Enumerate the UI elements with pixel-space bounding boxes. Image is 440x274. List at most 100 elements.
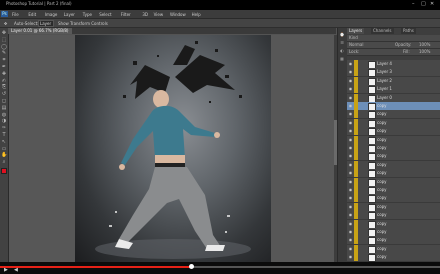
visibility-eye-icon[interactable]: ◉ [348,86,353,92]
visibility-eye-icon[interactable]: ◉ [348,170,353,176]
visibility-eye-icon[interactable]: ◉ [348,246,353,252]
move-tool-icon[interactable]: ✥ [1,31,7,36]
history-icon[interactable]: ⌚ [339,32,345,37]
layer-name: copy [377,128,387,134]
visibility-eye-icon[interactable]: ◉ [348,229,353,235]
lock-label: Lock: [349,49,360,54]
fill-value[interactable]: 100% [419,49,430,55]
adjustments-icon[interactable]: ◐ [339,48,345,53]
layer-row[interactable]: ◉ copy [347,253,440,263]
blend-mode-dropdown[interactable]: Normal [349,42,363,48]
path-select-tool-icon[interactable]: ↖ [1,139,7,145]
healing-tool-icon[interactable]: ✚ [1,71,7,77]
maximize-button[interactable]: □ [421,2,426,7]
layer-name: copy [377,245,387,251]
layer-color-label [354,236,358,245]
progress-scrubber[interactable] [189,264,195,269]
layer-color-label [354,144,358,152]
shape-tool-icon[interactable]: ▭ [1,146,7,152]
layer-color-label [354,169,358,178]
quick-select-tool-icon[interactable]: ✎ [1,51,7,56]
blur-tool-icon[interactable]: ◍ [1,112,7,118]
type-tool-icon[interactable]: T [1,133,7,138]
eyedropper-tool-icon[interactable]: ✒ [1,65,7,70]
layer-name: copy [377,237,387,243]
panel-tab-layers[interactable]: Layers [347,28,365,34]
visibility-eye-icon[interactable]: ◉ [348,204,353,210]
canvas-area[interactable] [9,35,336,262]
panel-tab-paths[interactable]: Paths [401,28,416,34]
window-titlebar: Photoshop Tutorial | Part 2 (final) – □ … [0,0,440,10]
layer-color-label [354,186,358,194]
visibility-eye-icon[interactable]: ◉ [348,78,353,84]
menu-help[interactable]: Help [192,12,201,17]
layer-name: copy [377,111,387,117]
crop-tool-icon[interactable]: ⌗ [1,58,7,63]
visibility-eye-icon[interactable]: ◉ [348,179,353,185]
layer-name: copy [377,203,387,209]
menu-image[interactable]: Image [45,12,58,17]
visibility-eye-icon[interactable]: ◉ [348,111,353,117]
layer-name: copy [377,254,387,260]
minimize-button[interactable]: – [412,2,415,7]
visibility-eye-icon[interactable]: ◉ [348,162,353,168]
zoom-tool-icon[interactable]: ⌕ [1,160,7,165]
lasso-tool-icon[interactable]: ◯ [1,44,7,50]
menu-filter[interactable]: Filter [121,12,131,17]
video-progress-bar[interactable]: ▶ ◀ [0,262,440,274]
opacity-value[interactable]: 100% [419,42,430,48]
menu-layer[interactable]: Layer [64,12,75,17]
visibility-eye-icon[interactable]: ◉ [348,69,353,75]
layer-color-label [354,76,358,85]
visibility-eye-icon[interactable]: ◉ [348,254,353,260]
visibility-eye-icon[interactable]: ◉ [348,221,353,227]
visibility-eye-icon[interactable]: ◉ [348,128,353,134]
panel-tab-channels[interactable]: Channels [371,28,394,34]
pen-tool-icon[interactable]: ✑ [1,126,7,131]
eraser-tool-icon[interactable]: ◻ [1,99,7,104]
document-tab-bar: Layer 0.01 @ 66.7% (RGB/8) [8,28,336,34]
volume-icon[interactable]: ◀ [14,268,18,273]
visibility-eye-icon[interactable]: ◉ [348,237,353,243]
visibility-eye-icon[interactable]: ◉ [348,145,353,151]
visibility-eye-icon[interactable]: ◉ [348,137,353,143]
menu-view[interactable]: View [154,12,164,17]
marquee-tool-icon[interactable]: ⬚ [1,37,7,43]
menu-edit[interactable]: Edit [28,12,36,17]
show-transform-label[interactable]: Show Transform Controls [58,21,108,26]
dodge-tool-icon[interactable]: ◑ [1,119,7,124]
document-canvas-image[interactable] [75,35,271,262]
clone-tool-icon[interactable]: ⎘ [1,85,7,90]
menu-window[interactable]: Window [170,12,186,17]
layer-name: copy [377,136,387,142]
layer-color-label [354,110,358,119]
visibility-eye-icon[interactable]: ◉ [348,95,353,101]
play-icon[interactable]: ▶ [4,268,8,273]
layer-filter-row: Kind [347,35,440,42]
document-tab[interactable]: Layer 0.01 @ 66.7% (RGB/8) [8,28,72,34]
menu-type[interactable]: Type [83,12,92,17]
visibility-eye-icon[interactable]: ◉ [348,153,353,159]
history-tool-icon[interactable]: ↺ [1,92,7,97]
foreground-color-swatch[interactable] [1,168,7,174]
menu-3d[interactable]: 3D [142,12,148,17]
gradient-tool-icon[interactable]: ▤ [1,105,7,111]
visibility-eye-icon[interactable]: ◉ [348,195,353,201]
auto-select-dropdown[interactable]: Layer [38,20,54,27]
visibility-eye-icon[interactable]: ◉ [348,103,353,109]
filter-kind[interactable]: Kind [349,35,358,41]
layer-name: Layer 1 [377,86,392,92]
visibility-eye-icon[interactable]: ◉ [348,212,353,218]
hand-tool-icon[interactable]: ✋ [1,153,7,158]
properties-icon[interactable]: ☰ [339,40,345,45]
layer-name: copy [377,145,387,150]
move-tool-options-icon[interactable]: ✥ [4,21,7,26]
menu-file[interactable]: File [12,12,19,17]
visibility-eye-icon[interactable]: ◉ [348,61,353,67]
visibility-eye-icon[interactable]: ◉ [348,120,353,126]
menu-select[interactable]: Select [99,12,111,17]
visibility-eye-icon[interactable]: ◉ [348,187,353,193]
close-button[interactable]: ✕ [430,2,434,7]
swatches-icon[interactable]: ▦ [339,56,345,61]
brush-tool-icon[interactable]: ✍ [1,78,7,84]
